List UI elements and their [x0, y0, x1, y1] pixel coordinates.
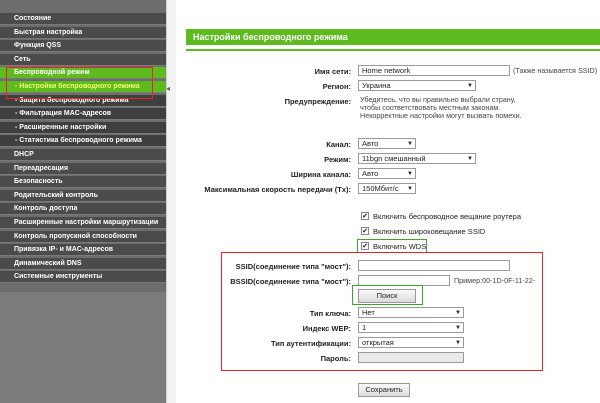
chevron-down-icon: ▼ [467, 83, 473, 89]
ssid-input[interactable]: Home network [358, 65, 510, 76]
ssid-broadcast-checkbox[interactable]: ✔ [361, 227, 369, 235]
auth-type-select[interactable]: открытая ▼ [358, 337, 464, 348]
sidebar-item[interactable]: - Настройки беспроводного режима [0, 81, 166, 93]
sidebar-item[interactable]: - Расширенные настройки [0, 121, 166, 134]
channel-width-value: Авто [362, 169, 379, 178]
sidebar-item[interactable]: Родительский контроль [0, 189, 166, 202]
password-label: Пароль: [320, 354, 351, 363]
mode-select[interactable]: 11bgn смешанный ▼ [358, 153, 476, 164]
chevron-down-icon: ▼ [407, 186, 413, 192]
broadcast-checkbox[interactable]: ✔ [361, 212, 369, 220]
sidebar-item[interactable]: - Защита беспроводного режима [0, 94, 166, 107]
page-title: Настройки беспроводного режима [186, 29, 600, 45]
sidebar-item[interactable]: Безопасность [0, 176, 166, 189]
sidebar-item[interactable]: - Фильтрация MAC-адресов [0, 108, 166, 121]
search-button[interactable]: Поиск [358, 289, 416, 303]
sidebar-item[interactable]: Состояние [0, 13, 166, 25]
region-value: Украина [362, 81, 391, 90]
key-type-select[interactable]: Нет ▼ [358, 307, 464, 318]
ssid-broadcast-checkbox-label: Включить широковещание SSID [373, 227, 486, 236]
wep-index-select[interactable]: 1 ▼ [358, 322, 464, 333]
chevron-down-icon: ▼ [455, 310, 461, 316]
channel-value: Авто [362, 139, 379, 148]
channel-label: Канал: [326, 140, 351, 149]
sidebar-item[interactable]: Привязка IP- и MAC-адресов [0, 244, 166, 257]
tx-rate-value: 150Мбит/с [362, 184, 399, 193]
sidebar-item[interactable]: Беспроводной режим [0, 67, 166, 80]
ssid-label: Имя сети: [314, 67, 351, 76]
broadcast-checkbox-label: Включить беспроводное вещание роутера [373, 212, 521, 221]
header-divider [186, 49, 600, 51]
wep-index-value: 1 [362, 323, 367, 332]
sidebar-item[interactable]: DHCP [0, 149, 166, 161]
sidebar-item[interactable]: Расширенные настройки маршрутизации [0, 217, 166, 229]
tx-rate-select[interactable]: 150Мбит/с ▼ [358, 183, 416, 194]
sidebar-item[interactable]: Контроль доступа [0, 203, 166, 216]
wds-checkbox[interactable]: ✔ [361, 242, 369, 250]
sidebar-item[interactable]: Переадресация [0, 162, 166, 175]
channel-width-label: Ширина канала: [290, 170, 351, 179]
wds-bssid-label: BSSID(соединение типа "мост"): [230, 277, 351, 286]
sidebar-item[interactable]: - Статистика беспроводного режима [0, 135, 166, 148]
chevron-down-icon: ▼ [455, 325, 461, 331]
chevron-down-icon: ▼ [467, 156, 473, 162]
wds-ssid-label: SSID(соединение типа "мост"): [235, 262, 351, 271]
key-type-label: Тип ключа: [309, 309, 351, 318]
collapse-arrow-icon: ◂ [166, 84, 171, 93]
wds-checkbox-label: Включить WDS [373, 242, 427, 251]
auth-type-label: Тип аутентификации: [270, 339, 351, 348]
auth-type-value: открытая [362, 338, 394, 347]
region-label: Регион: [322, 82, 351, 91]
key-type-value: Нет [362, 308, 375, 317]
save-button[interactable]: Сохранить [358, 383, 410, 397]
sidebar-item[interactable]: Контроль пропускной способности [0, 230, 166, 243]
ssid-note: (Также называется SSID) [513, 66, 598, 75]
tx-rate-label: Максимальная скорость передачи (Tx): [204, 185, 351, 194]
bssid-example: Пример:00-1D-0F-11-22- [454, 276, 536, 285]
sidebar-item[interactable]: Функция QSS [0, 40, 166, 53]
channel-width-select[interactable]: Авто ▼ [358, 168, 416, 179]
sidebar-item[interactable]: Быстрая настройка [0, 26, 166, 39]
chevron-down-icon: ▼ [407, 141, 413, 147]
mode-label: Режим: [324, 155, 351, 164]
region-select[interactable]: Украина ▼ [358, 80, 476, 91]
sidebar-scrollbar[interactable] [166, 0, 176, 403]
wep-index-label: Индекс WEP: [302, 324, 351, 333]
warning-line-3: Некорректные настройки могут вызвать пом… [360, 111, 522, 120]
chevron-down-icon: ▼ [455, 340, 461, 346]
wds-ssid-input[interactable] [358, 260, 510, 271]
wds-bssid-input[interactable] [358, 275, 450, 286]
sidebar-item[interactable]: Сеть [0, 53, 166, 66]
warning-label: Предупреждение: [284, 97, 351, 106]
mode-value: 11bgn смешанный [362, 154, 426, 163]
sidebar-footer [0, 292, 166, 403]
password-input[interactable] [358, 352, 464, 363]
sidebar: Состояние Быстрая настройка Функция QSS Сет… [0, 0, 166, 403]
channel-select[interactable]: Авто ▼ [358, 138, 416, 149]
chevron-down-icon: ▼ [407, 171, 413, 177]
sidebar-item[interactable]: Динамический DNS [0, 257, 166, 270]
sidebar-item[interactable]: Системные инструменты [0, 271, 166, 284]
